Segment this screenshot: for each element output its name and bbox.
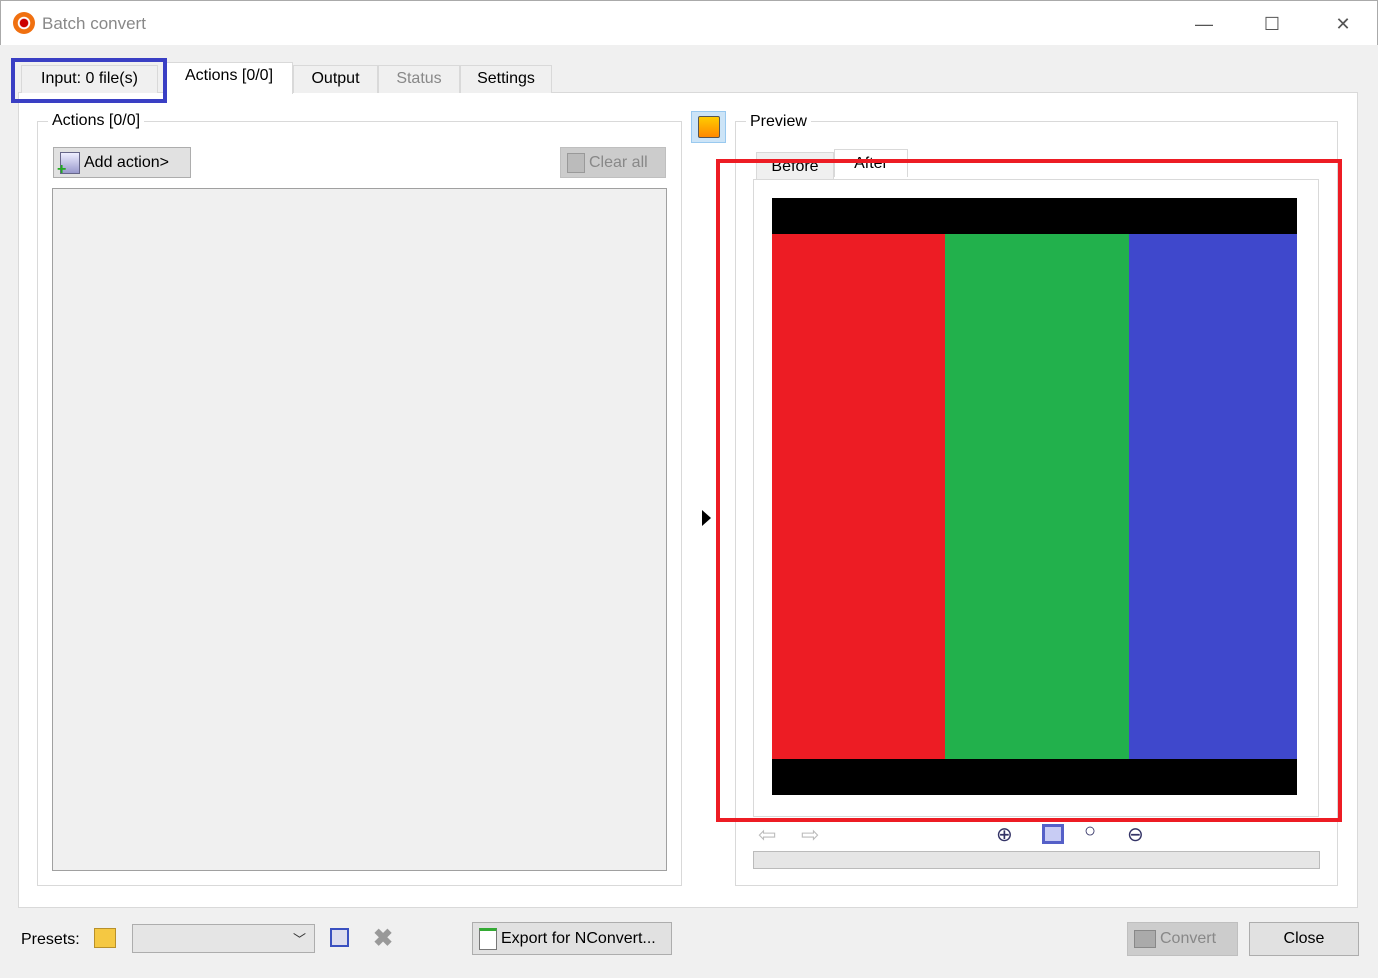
- convert-button[interactable]: Convert: [1127, 922, 1238, 956]
- zoom-in-icon[interactable]: ⊕: [996, 822, 1013, 847]
- next-arrow-icon[interactable]: ⇨: [801, 822, 819, 848]
- clear-all-button[interactable]: Clear all: [560, 147, 666, 178]
- convert-icon: [1134, 930, 1156, 948]
- add-action-label: Add action>: [84, 153, 169, 171]
- export-nconvert-button[interactable]: Export for NConvert...: [472, 922, 672, 955]
- add-action-button[interactable]: + Add action>: [53, 147, 191, 178]
- minimize-button[interactable]: —: [1189, 11, 1219, 37]
- splitter-arrow-icon[interactable]: [702, 510, 711, 526]
- window-title: Batch convert: [42, 14, 146, 33]
- delete-preset-icon[interactable]: ✖: [373, 924, 393, 953]
- tab-actions[interactable]: Actions [0/0]: [165, 62, 293, 94]
- maximize-button[interactable]: ☐: [1257, 11, 1287, 37]
- export-document-icon: [479, 927, 497, 950]
- save-preset-icon[interactable]: [330, 928, 349, 947]
- highlight-box-preview: [716, 159, 1342, 822]
- preview-group-label: Preview: [746, 113, 811, 131]
- image-preview-icon: [697, 116, 720, 138]
- clear-all-label: Clear all: [589, 153, 648, 171]
- preview-scrollbar[interactable]: [753, 851, 1320, 869]
- previous-arrow-icon[interactable]: ⇦: [758, 822, 776, 848]
- convert-label: Convert: [1160, 930, 1217, 947]
- add-document-icon: +: [57, 151, 80, 177]
- clear-list-icon: [567, 152, 585, 173]
- app-logo-icon: [13, 12, 35, 34]
- tab-status[interactable]: Status: [378, 65, 460, 93]
- actions-list[interactable]: [52, 188, 667, 871]
- chevron-down-icon: ﹀: [292, 932, 306, 947]
- tab-settings[interactable]: Settings: [460, 65, 552, 93]
- toggle-preview-button[interactable]: [691, 111, 726, 143]
- fit-to-window-icon[interactable]: [1042, 824, 1064, 844]
- actions-group-label: Actions [0/0]: [48, 112, 145, 130]
- zoom-actual-icon[interactable]: ○: [1084, 820, 1096, 843]
- close-window-button[interactable]: ✕: [1328, 11, 1358, 37]
- tab-output[interactable]: Output: [293, 65, 378, 93]
- export-label: Export for NConvert...: [501, 929, 656, 947]
- presets-dropdown[interactable]: ﹀: [132, 924, 315, 953]
- close-button[interactable]: Close: [1249, 922, 1359, 956]
- title-bar: Batch convert — ☐ ✕: [0, 0, 1378, 45]
- highlight-box-input-tab: [11, 58, 167, 103]
- open-folder-icon[interactable]: [94, 928, 116, 948]
- presets-label: Presets:: [21, 931, 80, 948]
- zoom-out-icon[interactable]: ⊖: [1127, 822, 1144, 847]
